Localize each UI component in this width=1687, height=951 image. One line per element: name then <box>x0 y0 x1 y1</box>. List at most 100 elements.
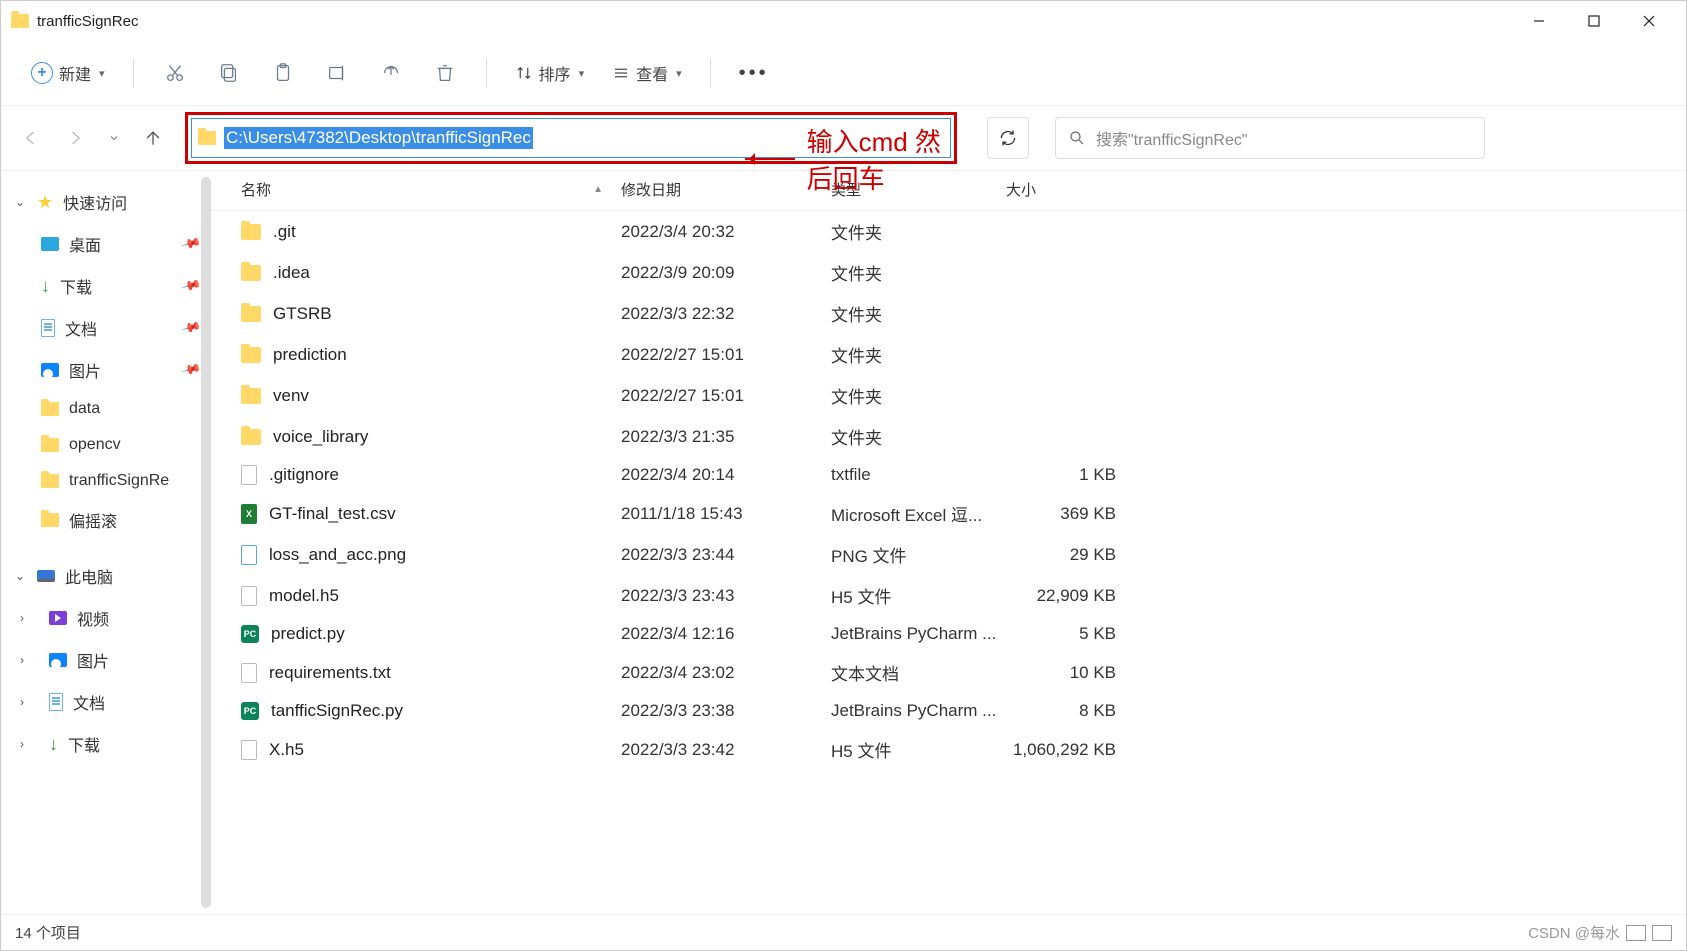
up-button[interactable] <box>141 126 165 150</box>
sidebar-downloads[interactable]: ↓下载📌 <box>1 265 211 307</box>
img-icon <box>241 545 257 565</box>
folder-icon <box>241 224 261 240</box>
file-name: model.h5 <box>269 586 339 606</box>
file-row[interactable]: loss_and_acc.png2022/3/3 23:44PNG 文件29 K… <box>211 534 1686 575</box>
col-name[interactable]: 名称 <box>241 179 271 200</box>
file-row[interactable]: X.h52022/3/3 23:42H5 文件1,060,292 KB <box>211 729 1686 770</box>
folder-icon <box>198 131 216 145</box>
file-type: 文件夹 <box>831 260 1006 285</box>
titlebar[interactable]: tranfficSignRec <box>1 1 1686 41</box>
document-icon <box>41 319 55 337</box>
file-date: 2022/3/3 23:43 <box>621 586 831 606</box>
file-type: 文件夹 <box>831 219 1006 244</box>
file-size: 29 KB <box>1006 545 1116 565</box>
file-row[interactable]: PCtanfficSignRec.py2022/3/3 23:38JetBrai… <box>211 693 1686 729</box>
col-type[interactable]: 类型 <box>831 179 1006 200</box>
file-size: 5 KB <box>1006 624 1116 644</box>
search-box[interactable]: 搜索"tranfficSignRec" <box>1055 117 1485 159</box>
sidebar-pictures[interactable]: 图片📌 <box>1 349 211 391</box>
close-button[interactable] <box>1621 1 1676 41</box>
sidebar[interactable]: ⌄★快速访问 桌面📌 ↓下载📌 文档📌 图片📌 data opencv tran… <box>1 171 211 914</box>
file-name: X.h5 <box>269 740 304 760</box>
file-type: H5 文件 <box>831 583 1006 608</box>
paste-button[interactable] <box>260 50 306 96</box>
forward-button[interactable] <box>63 126 87 150</box>
delete-button[interactable] <box>422 50 468 96</box>
more-button[interactable]: ••• <box>729 56 779 91</box>
sidebar-videos[interactable]: ›视频 <box>1 597 211 639</box>
content-area: 名称▲ 修改日期 类型 大小 .git2022/3/4 20:32文件夹.ide… <box>211 171 1686 914</box>
download-icon: ↓ <box>41 276 50 297</box>
pc-icon <box>37 570 55 582</box>
file-row[interactable]: prediction2022/2/27 15:01文件夹 <box>211 334 1686 375</box>
window-title: tranfficSignRec <box>37 13 138 30</box>
thumbnails-view-button[interactable] <box>1652 925 1672 941</box>
sidebar-documents[interactable]: 文档📌 <box>1 307 211 349</box>
sidebar-quick-access[interactable]: ⌄★快速访问 <box>1 181 211 223</box>
search-icon <box>1068 129 1086 147</box>
file-name: tanfficSignRec.py <box>271 701 403 721</box>
col-size[interactable]: 大小 <box>1006 179 1116 200</box>
cut-button[interactable] <box>152 50 198 96</box>
sort-icon <box>515 64 533 82</box>
chevron-down-icon[interactable]: ⌄ <box>918 131 944 145</box>
file-type: 文件夹 <box>831 424 1006 449</box>
sort-button[interactable]: 排序 ▾ <box>505 55 595 91</box>
pin-icon: 📌 <box>180 275 202 297</box>
sidebar-music[interactable]: 偏摇滚 <box>1 499 211 541</box>
minimize-button[interactable] <box>1511 1 1566 41</box>
xls-icon: X <box>241 504 257 524</box>
file-row[interactable]: requirements.txt2022/3/4 23:02文本文档10 KB <box>211 652 1686 693</box>
col-date[interactable]: 修改日期 <box>621 179 831 200</box>
star-icon: ★ <box>37 192 53 213</box>
video-icon <box>49 611 67 625</box>
pin-icon: 📌 <box>180 317 202 339</box>
details-view-button[interactable] <box>1626 925 1646 941</box>
sidebar-this-pc[interactable]: ⌄此电脑 <box>1 555 211 597</box>
sidebar-documents-2[interactable]: ›文档 <box>1 681 211 723</box>
rename-button[interactable] <box>314 50 360 96</box>
sidebar-desktop[interactable]: 桌面📌 <box>1 223 211 265</box>
sidebar-tranffic[interactable]: tranfficSignRe <box>1 463 211 499</box>
view-button[interactable]: 查看 ▾ <box>602 55 692 91</box>
file-row[interactable]: voice_library2022/3/3 21:35文件夹 <box>211 416 1686 457</box>
file-row[interactable]: model.h5 2022/3/3 23:43H5 文件22,909 KB <box>211 575 1686 616</box>
column-headers[interactable]: 名称▲ 修改日期 类型 大小 <box>211 171 1686 211</box>
address-path[interactable]: C:\Users\47382\Desktop\tranfficSignRec <box>224 127 533 149</box>
file-row[interactable]: venv2022/2/27 15:01文件夹 <box>211 375 1686 416</box>
copy-button[interactable] <box>206 50 252 96</box>
file-row[interactable]: .git2022/3/4 20:32文件夹 <box>211 211 1686 252</box>
refresh-button[interactable] <box>987 117 1029 159</box>
file-size: 10 KB <box>1006 663 1116 683</box>
file-date: 2022/3/4 20:32 <box>621 222 831 242</box>
explorer-window: tranfficSignRec + 新建 ▾ 排序 ▾ 查看 ▾ <box>0 0 1687 951</box>
chevron-down-icon: ▾ <box>579 67 585 80</box>
sidebar-downloads-2[interactable]: ›↓下载 <box>1 723 211 765</box>
file-list[interactable]: .git2022/3/4 20:32文件夹.idea2022/3/9 20:09… <box>211 211 1686 914</box>
address-bar[interactable]: C:\Users\47382\Desktop\tranfficSignRec ⌄ <box>191 118 951 158</box>
file-row[interactable]: PCpredict.py2022/3/4 12:16JetBrains PyCh… <box>211 616 1686 652</box>
back-button[interactable] <box>19 126 43 150</box>
maximize-button[interactable] <box>1566 1 1621 41</box>
desktop-icon <box>41 237 59 251</box>
file-name: requirements.txt <box>269 663 391 683</box>
file-name: venv <box>273 386 309 406</box>
file-icon <box>241 663 257 683</box>
folder-icon <box>41 402 59 416</box>
file-type: PNG 文件 <box>831 542 1006 567</box>
sidebar-opencv[interactable]: opencv <box>1 427 211 463</box>
sidebar-pictures-2[interactable]: ›图片 <box>1 639 211 681</box>
file-row[interactable]: .gitignore2022/3/4 20:14txtfile1 KB <box>211 457 1686 493</box>
picture-icon <box>41 363 59 377</box>
file-name: GT-final_test.csv <box>269 504 396 524</box>
file-type: Microsoft Excel 逗... <box>831 501 1006 526</box>
file-row[interactable]: XGT-final_test.csv2011/1/18 15:43Microso… <box>211 493 1686 534</box>
file-size: 22,909 KB <box>1006 586 1116 606</box>
share-button[interactable] <box>368 50 414 96</box>
history-dropdown[interactable] <box>107 126 121 150</box>
py-icon: PC <box>241 625 259 643</box>
new-button[interactable]: + 新建 ▾ <box>21 55 115 91</box>
file-row[interactable]: .idea2022/3/9 20:09文件夹 <box>211 252 1686 293</box>
file-row[interactable]: GTSRB2022/3/3 22:32文件夹 <box>211 293 1686 334</box>
sidebar-data[interactable]: data <box>1 391 211 427</box>
